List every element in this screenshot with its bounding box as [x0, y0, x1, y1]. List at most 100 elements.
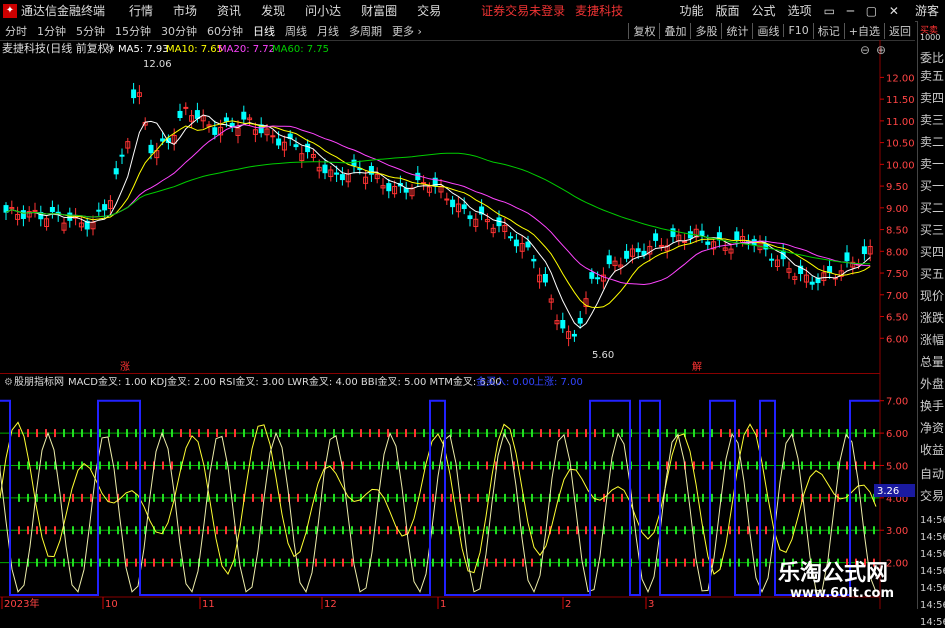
period-weekly[interactable]: 周线 — [285, 23, 307, 39]
date-label: 12 — [324, 599, 337, 609]
date-label: 11 — [202, 599, 215, 609]
y-tick-label: 8.00 — [886, 247, 908, 258]
title-right-menu: 功能 版面 公式 选项 ▭ ─ ▢ ✕ 游客 — [674, 0, 945, 21]
btn-statistics[interactable]: 统计 — [721, 22, 752, 39]
rp-item-11: 现价 — [920, 289, 945, 303]
candle-body — [635, 248, 641, 253]
candle-body — [467, 215, 473, 220]
menu-item-layout[interactable]: 版面 — [716, 2, 740, 19]
settings-gear-icon[interactable]: ⚙ — [106, 44, 115, 55]
ma10-label: MA10: 7.65 — [166, 44, 223, 55]
candle-body — [212, 127, 218, 135]
candle-body — [223, 117, 229, 122]
indicator-settings-icon[interactable]: ⚙ — [4, 377, 13, 388]
guest-label[interactable]: 游客 — [915, 2, 939, 19]
menu-item-discover[interactable]: 发现 — [261, 2, 285, 19]
period-30min[interactable]: 30分钟 — [161, 23, 197, 39]
candle-body — [183, 106, 189, 109]
date-label: 10 — [105, 599, 118, 609]
rp-item-13: 涨幅 — [920, 333, 945, 347]
btn-mark[interactable]: 标记 — [812, 22, 844, 39]
current-value-text: 3.26 — [877, 486, 899, 497]
zoom-plus-icon[interactable]: ⊕ — [876, 43, 886, 57]
y-tick-label: 8.50 — [886, 226, 908, 237]
rp-item-14: 总量 — [920, 355, 945, 369]
menu-item-options[interactable]: 选项 — [788, 2, 812, 19]
candle-body — [525, 241, 531, 248]
candle-body — [670, 228, 676, 238]
candle-body — [339, 174, 345, 181]
btn-multi-stock[interactable]: 多股 — [690, 22, 721, 39]
current-stock-name: 麦捷科技 — [575, 4, 624, 18]
candle-body — [334, 172, 340, 175]
menu-item-wealth[interactable]: 财富圈 — [361, 2, 397, 19]
btn-back[interactable]: 返回 — [884, 22, 915, 39]
candle-body — [705, 241, 711, 245]
rp-item-15: 外盘 — [920, 377, 945, 391]
period-1min[interactable]: 1分钟 — [37, 23, 66, 39]
candle-body — [270, 135, 276, 138]
candle-body — [653, 233, 659, 241]
period-5min[interactable]: 5分钟 — [76, 23, 105, 39]
period-daily[interactable]: 日线 — [253, 23, 275, 39]
rp-item-20: 交易 — [920, 489, 945, 503]
indicator-signals: MACD金叉: 1.00 KDJ金叉: 2.00 RSI金叉: 3.00 LWR… — [68, 375, 502, 388]
rp-time-1: 14:56 — [920, 532, 945, 543]
y-tick-label: 12.00 — [886, 73, 915, 84]
btn-add-watchlist[interactable]: +自选 — [843, 22, 884, 39]
kline-chart[interactable]: 12.00 11.50 11.00 10.50 10.00 9.50 9.00 8.50 8.0… — [0, 40, 915, 373]
y-tick-label: 11.50 — [886, 95, 915, 106]
sub-lines-layer — [0, 399, 880, 596]
menu-item-function[interactable]: 功能 — [680, 2, 704, 19]
sub-y-tick-label: 5.00 — [886, 461, 908, 472]
trade-login-warning[interactable]: 证券交易未登录 — [481, 2, 565, 19]
period-15min[interactable]: 15分钟 — [115, 23, 151, 39]
candle-body — [595, 277, 601, 280]
rp-item-4: 卖二 — [920, 135, 945, 149]
period-toolbar: 分时 1分钟 5分钟 15分钟 30分钟 60分钟 日线 周线 月线 多周期 更… — [0, 21, 915, 41]
rp-item-18: 收益 — [920, 443, 945, 457]
menu-item-trade[interactable]: 交易 — [417, 2, 441, 19]
osc-line-white — [0, 431, 877, 594]
y-tick-label: 10.00 — [886, 160, 915, 171]
btn-draw-line[interactable]: 画线 — [752, 22, 783, 39]
candle-body — [131, 89, 137, 99]
sub-y-tick-label: 3.00 — [886, 526, 908, 537]
period-intraday[interactable]: 分时 — [5, 23, 27, 39]
rp-item-9: 买四 — [920, 245, 945, 259]
candle-body — [322, 164, 328, 174]
rp-item-7: 买二 — [920, 201, 945, 215]
gold-buy-label: 金买入: 0.00 — [476, 375, 535, 388]
btn-overlay[interactable]: 叠加 — [659, 22, 690, 39]
period-60min[interactable]: 60分钟 — [207, 23, 243, 39]
period-more[interactable]: 更多 › — [392, 23, 422, 39]
btn-f10[interactable]: F10 — [783, 24, 812, 37]
period-monthly[interactable]: 月线 — [317, 23, 339, 39]
date-label: 1 — [440, 599, 446, 609]
menu-item-formula[interactable]: 公式 — [752, 2, 776, 19]
sub-y-tick-label: 2.00 — [886, 559, 908, 570]
menu-item-ask[interactable]: 问小达 — [305, 2, 341, 19]
btn-restore-rights[interactable]: 复权 — [628, 22, 659, 39]
watermark-url: www.60lt.com — [790, 586, 895, 601]
window-controls-icon[interactable]: ▭ ─ ▢ ✕ — [824, 4, 903, 18]
main-menu: 行情 市场 资讯 发现 问小达 财富圈 交易 — [129, 2, 461, 19]
menu-item-news[interactable]: 资讯 — [217, 2, 241, 19]
rise-label: 上涨: 7.00 — [534, 376, 583, 388]
menu-item-exchange[interactable]: 市场 — [173, 2, 197, 19]
ma20-label: MA20: 7.72 — [218, 44, 275, 55]
candle-body — [351, 159, 357, 167]
rp-item-3: 卖三 — [920, 113, 945, 127]
zoom-minus-icon[interactable]: ⊖ — [860, 43, 870, 57]
marker-zhang: 涨 — [120, 361, 130, 373]
candle-body — [571, 333, 577, 337]
rp-time-6: 14:56 — [920, 617, 945, 628]
period-multi[interactable]: 多周期 — [349, 23, 382, 39]
candle-body — [827, 266, 833, 274]
candle-body — [844, 252, 850, 262]
candle-body — [682, 240, 688, 243]
main-y-axis: 12.00 11.50 11.00 10.50 10.00 9.50 9.00 8.50 8.0… — [880, 73, 915, 345]
candle-body — [119, 154, 125, 157]
menu-item-market[interactable]: 行情 — [129, 2, 153, 19]
low-price-label: 5.60 — [592, 350, 614, 361]
